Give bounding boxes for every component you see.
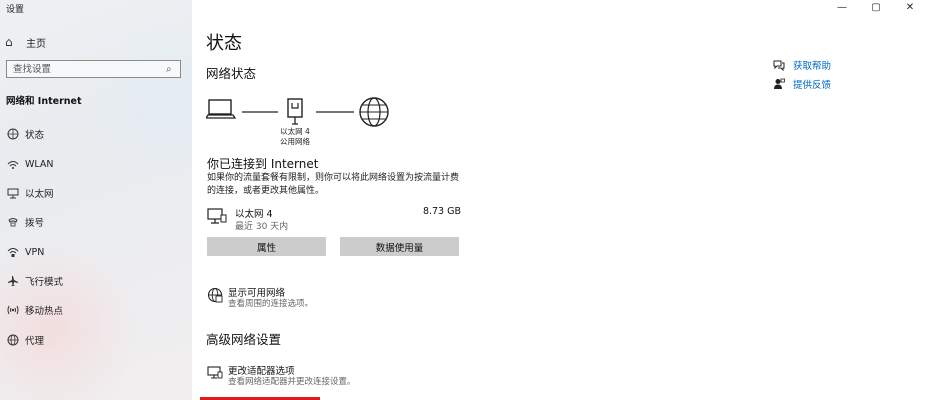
sidebar-item-label: 移动热点: [25, 306, 64, 317]
sidebar-item-label: 状态: [25, 130, 45, 141]
adapter-name: 以太网 4: [235, 209, 273, 220]
network-diagram: 以太网 4 公用网络: [206, 94, 396, 150]
sidebar: 设置 ⌂ 主页 ⌕ 网络和 Internet 状态 WLAN 以太网 拨号: [0, 0, 192, 400]
get-help-label: 获取帮助: [793, 61, 832, 72]
adapter-data-usage: 8.73 GB: [422, 206, 461, 217]
adapter-period: 最近 30 天内: [235, 222, 289, 232]
option-description: 查看网络适配器并更改连接设置。: [228, 377, 356, 387]
sidebar-item-label: 拨号: [25, 218, 45, 229]
adapter-usage-row: 以太网 4 最近 30 天内 8.73 GB: [207, 206, 461, 232]
advanced-settings-title: 高级网络设置: [206, 332, 282, 347]
maximize-button[interactable]: ▢: [859, 0, 893, 14]
ethernet-icon: [207, 208, 227, 224]
show-available-networks-option[interactable]: 显示可用网络 查看周围的连接选项。: [207, 285, 507, 311]
adapter-monitor-icon: [207, 366, 223, 379]
wifi-icon: [4, 158, 22, 170]
ethernet-icon: [4, 187, 22, 199]
sidebar-item-status[interactable]: 状态: [0, 125, 192, 143]
diagram-network-label: 公用网络: [280, 137, 310, 146]
network-status-title: 网络状态: [206, 66, 257, 81]
minimize-button[interactable]: —: [825, 0, 859, 14]
airplane-icon: [4, 275, 22, 287]
sidebar-item-label: 代理: [25, 336, 45, 347]
sidebar-item-proxy[interactable]: 代理: [0, 331, 192, 349]
search-box[interactable]: ⌕: [6, 60, 181, 78]
sidebar-item-label: VPN: [25, 246, 45, 258]
ethernet-adapter-icon: [287, 98, 303, 125]
home-icon: ⌂: [5, 35, 13, 49]
page-title: 状态: [206, 33, 242, 54]
chat-help-icon: [773, 59, 791, 71]
status-icon: [4, 128, 22, 140]
main-content: — ▢ ✕ 状态 网络状态 以太网 4 公用网络 你已连接到 Internet …: [192, 0, 927, 400]
feedback-person-icon: [773, 78, 791, 90]
feedback-label: 提供反馈: [793, 80, 832, 91]
sidebar-item-label: WLAN: [25, 158, 54, 170]
sidebar-item-vpn[interactable]: VPN: [0, 243, 192, 261]
sidebar-item-dialup[interactable]: 拨号: [0, 213, 192, 231]
diagram-adapter-label: 以太网 4: [280, 127, 310, 136]
data-usage-button[interactable]: 数据使用量: [340, 237, 459, 256]
sidebar-section-title: 网络和 Internet: [6, 96, 82, 107]
window-controls: — ▢ ✕: [825, 0, 927, 14]
sidebar-item-label: 以太网: [25, 189, 54, 200]
hotspot-icon: [4, 304, 22, 316]
window-title: 设置: [6, 5, 25, 15]
sidebar-item-hotspot[interactable]: 移动热点: [0, 301, 192, 319]
search-input[interactable]: [7, 62, 166, 76]
vpn-icon: [4, 246, 22, 258]
sidebar-item-wlan[interactable]: WLAN: [0, 155, 192, 173]
sidebar-background-decoration: [0, 240, 140, 400]
sidebar-item-home[interactable]: ⌂ 主页: [0, 34, 192, 50]
globe-icon: [4, 334, 22, 346]
change-adapter-options[interactable]: 更改适配器选项 查看网络适配器并更改连接设置。: [207, 363, 507, 389]
sidebar-item-label: 主页: [26, 38, 46, 50]
network-globe-icon: [207, 287, 223, 303]
internet-globe-icon: [359, 97, 389, 127]
sidebar-item-ethernet[interactable]: 以太网: [0, 184, 192, 202]
close-button[interactable]: ✕: [893, 0, 927, 14]
feedback-link[interactable]: 提供反馈: [773, 77, 831, 91]
sidebar-item-airplane[interactable]: 飞行模式: [0, 272, 192, 290]
connection-status-title: 你已连接到 Internet: [207, 157, 319, 171]
option-description: 查看周围的连接选项。: [228, 299, 314, 309]
phone-icon: [4, 216, 22, 228]
laptop-icon: [206, 99, 237, 119]
search-icon[interactable]: ⌕: [166, 64, 180, 75]
properties-button[interactable]: 属性: [207, 237, 326, 256]
connection-status-description: 如果你的流量套餐有限制，则你可以将此网络设置为按流量计费的连接，或者更改其他属性…: [207, 173, 460, 196]
sidebar-item-label: 飞行模式: [25, 277, 64, 288]
get-help-link[interactable]: 获取帮助: [773, 58, 831, 72]
